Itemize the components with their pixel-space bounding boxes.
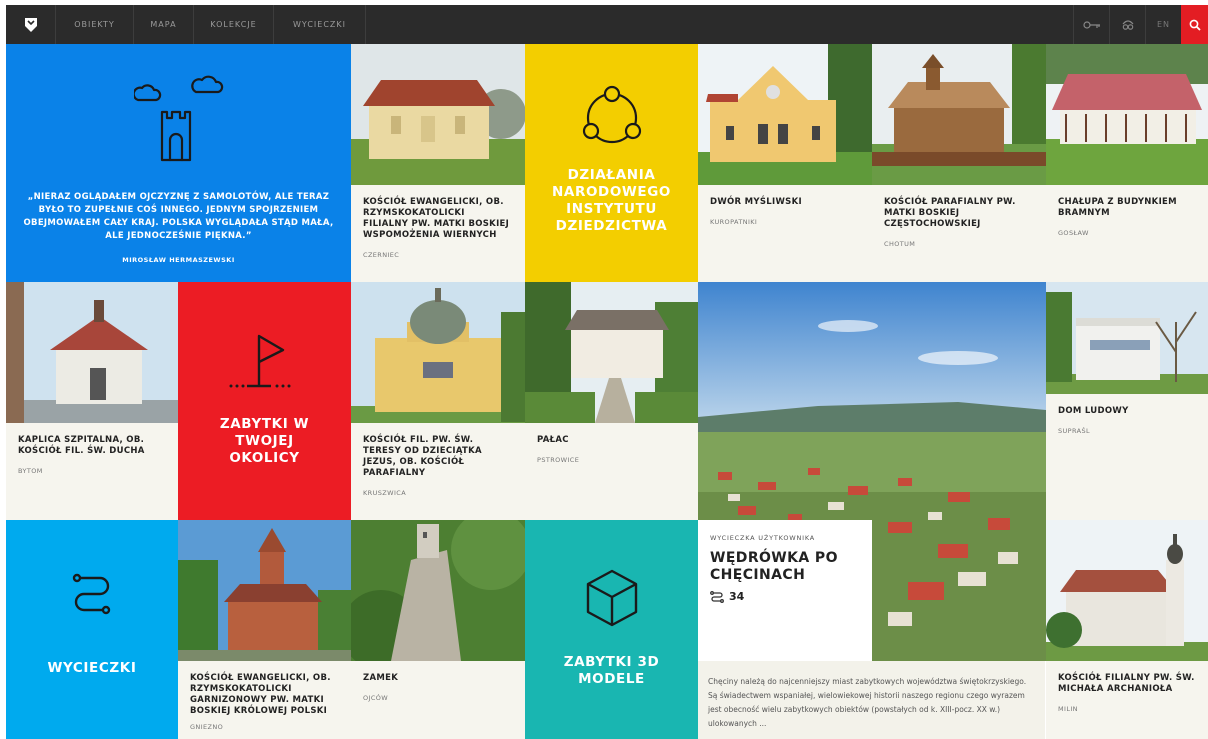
monument-info: CHAŁUPA Z BUDYNKIEM BRAMNYM GOSŁAW	[1046, 185, 1208, 282]
monument-info: DOM LUDOWY SUPRAŚL	[1046, 394, 1208, 520]
quote-author: MIROSŁAW HERMASZEWSKI	[122, 256, 235, 264]
monument-title: KOŚCIÓŁ FILIALNY PW. ŚW. MICHAŁA ARCHANI…	[1058, 673, 1195, 694]
monument-card[interactable]: KOŚCIÓŁ FILIALNY PW. ŚW. MICHAŁA ARCHANI…	[1046, 520, 1208, 739]
wooden-church-photo	[872, 44, 1046, 185]
monument-title: KOŚCIÓŁ EWANGELICKI, OB. RZYMSKOKATOLICK…	[190, 673, 331, 716]
monument-place: KRUSZWICA	[363, 489, 407, 497]
village-church-photo	[1046, 520, 1208, 661]
castle-ruin-photo	[351, 520, 525, 661]
nid-logo-icon[interactable]	[6, 5, 56, 44]
nav-item-mapa[interactable]: MAPA	[134, 5, 194, 44]
nav-item-obiekty[interactable]: OBIEKTY	[56, 5, 134, 44]
nearby-monuments-label: ZABYTKI W TWOJEJ OKOLICY	[219, 415, 310, 466]
monument-place: KUROPATNIKI	[710, 218, 758, 226]
nid-activities-label: DZIAŁANIA NARODOWEGO INSTYTUTU DZIEDZICT…	[552, 167, 671, 234]
cottage-photo	[1046, 44, 1208, 185]
network-circle-icon	[582, 85, 641, 144]
trips-tile[interactable]: WYCIECZKI	[6, 520, 178, 739]
monument-info: KOŚCIÓŁ EWANGELICKI, OB. RZYMSKOKATOLICK…	[178, 661, 351, 739]
monument-info: KOŚCIÓŁ FIL. PW. ŚW. TERESY OD DZIECIĄTK…	[351, 423, 525, 520]
nav-item-kolekcje[interactable]: KOLEKCJE	[194, 5, 274, 44]
monument-title: KOŚCIÓŁ PARAFIALNY PW. MATKI BOSKIEJ CZĘ…	[884, 197, 1016, 229]
monument-card[interactable]: KOŚCIÓŁ FIL. PW. ŚW. TERESY OD DZIECIĄTK…	[351, 282, 525, 520]
monument-card[interactable]: KOŚCIÓŁ PARAFIALNY PW. MATKI BOSKIEJ CZĘ…	[872, 44, 1046, 282]
monument-place: BYTOM	[18, 467, 43, 475]
monument-title: DOM LUDOWY	[1058, 406, 1129, 416]
search-icon	[1189, 19, 1201, 31]
palace-photo	[525, 282, 698, 423]
search-button[interactable]	[1181, 5, 1208, 44]
nid-activities-tile[interactable]: DZIAŁANIA NARODOWEGO INSTYTUTU DZIEDZICT…	[525, 44, 698, 282]
route-icon	[72, 573, 111, 615]
trip-description: Chęciny należą do najcenniejszy miast za…	[698, 661, 1045, 739]
3d-models-label: ZABYTKI 3D MODELE	[563, 653, 660, 687]
trip-card[interactable]: WYCIECZKA UŻYTKOWNIKA WĘDRÓWKA PO CHĘCIN…	[698, 520, 872, 661]
church-photo	[351, 44, 525, 185]
monument-info: ZAMEK OJCÓW	[351, 661, 525, 739]
monument-place: GNIEZNO	[190, 723, 224, 731]
monument-title: KOŚCIÓŁ FIL. PW. ŚW. TERESY OD DZIECIĄTK…	[363, 435, 482, 478]
monument-card[interactable]: ZAMEK OJCÓW	[351, 520, 525, 739]
monument-card[interactable]: KAPLICA SZPITALNA, OB. KOŚCIÓŁ FIL. ŚW. …	[6, 282, 178, 520]
trip-title: WĘDRÓWKA PO CHĘCINACH	[710, 550, 838, 583]
trips-label: WYCIECZKI	[47, 660, 137, 676]
monument-card[interactable]: CHAŁUPA Z BUDYNKIEM BRAMNYM GOSŁAW	[1046, 44, 1208, 282]
user-icon[interactable]	[1109, 5, 1145, 44]
monument-info: KOŚCIÓŁ PARAFIALNY PW. MATKI BOSKIEJ CZĘ…	[872, 185, 1046, 282]
nav-item-wycieczki[interactable]: WYCIECZKI	[274, 5, 366, 44]
quote-text: „NIERAZ OGLĄDAŁEM OJCZYZNĘ Z SAMOLOTÓW, …	[23, 192, 334, 241]
top-navigation: OBIEKTY MAPA KOLEKCJE WYCIECZKI EN	[6, 5, 1208, 44]
monument-title: DWÓR MYŚLIWSKI	[710, 197, 802, 207]
monument-card[interactable]: KOŚCIÓŁ EWANGELICKI, OB. RZYMSKOKATOLICK…	[178, 520, 351, 739]
brick-church-photo	[178, 520, 351, 661]
monument-title: PAŁAC	[537, 435, 569, 445]
trip-count: 34	[729, 590, 745, 603]
monument-card[interactable]: DOM LUDOWY SUPRAŚL	[1046, 282, 1208, 520]
monument-place: PSTROWICE	[537, 456, 580, 464]
monument-place: GOSŁAW	[1058, 229, 1089, 237]
monument-info: KAPLICA SZPITALNA, OB. KOŚCIÓŁ FIL. ŚW. …	[6, 423, 178, 520]
3d-models-tile[interactable]: ZABYTKI 3D MODELE	[525, 520, 698, 739]
monument-info: PAŁAC PSTROWICE	[525, 423, 698, 520]
monument-place: OJCÓW	[363, 694, 389, 702]
monument-card[interactable]: DWÓR MYŚLIWSKI KUROPATNIKI	[698, 44, 872, 282]
domed-church-photo	[351, 282, 525, 423]
monument-place: MILIN	[1058, 705, 1078, 713]
monument-title: KAPLICA SZPITALNA, OB. KOŚCIÓŁ FIL. ŚW. …	[18, 435, 145, 456]
castle-clouds-icon	[134, 75, 224, 162]
route-icon	[710, 590, 724, 603]
monument-card[interactable]: PAŁAC PSTROWICE	[525, 282, 698, 520]
quote-tile: „NIERAZ OGLĄDAŁEM OJCZYZNĘ Z SAMOLOTÓW, …	[6, 44, 351, 282]
trip-kind: WYCIECZKA UŻYTKOWNIKA	[710, 534, 816, 542]
flag-icon	[229, 334, 290, 387]
key-icon[interactable]	[1073, 5, 1109, 44]
cube-icon	[586, 569, 637, 626]
trip-count-row: 34	[710, 590, 860, 603]
monument-info: DWÓR MYŚLIWSKI KUROPATNIKI	[698, 185, 872, 282]
monument-title: ZAMEK	[363, 673, 399, 683]
language-switch[interactable]: EN	[1145, 5, 1181, 44]
manor-photo	[698, 44, 872, 185]
monument-place: SUPRAŚL	[1058, 427, 1091, 435]
monument-info: KOŚCIÓŁ EWANGELICKI, OB. RZYMSKOKATOLICK…	[351, 185, 525, 282]
nearby-monuments-tile[interactable]: ZABYTKI W TWOJEJ OKOLICY	[178, 282, 351, 520]
monument-card[interactable]: KOŚCIÓŁ EWANGELICKI, OB. RZYMSKOKATOLICK…	[351, 44, 525, 282]
chapel-photo	[6, 282, 178, 423]
monument-info: KOŚCIÓŁ FILIALNY PW. ŚW. MICHAŁA ARCHANI…	[1046, 661, 1208, 739]
monument-title: CHAŁUPA Z BUDYNKIEM BRAMNYM	[1058, 197, 1177, 218]
monument-title: KOŚCIÓŁ EWANGELICKI, OB. RZYMSKOKATOLICK…	[363, 197, 510, 240]
community-house-photo	[1046, 282, 1208, 394]
monument-place: CZERNIEC	[363, 251, 400, 259]
monument-place: CHOTUM	[884, 240, 916, 248]
